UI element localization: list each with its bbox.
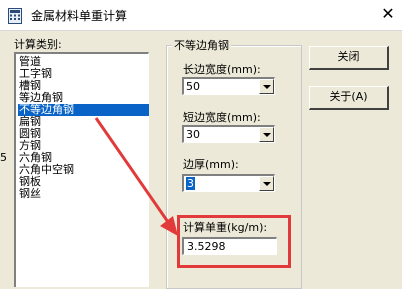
annotation-arrow xyxy=(94,117,178,236)
